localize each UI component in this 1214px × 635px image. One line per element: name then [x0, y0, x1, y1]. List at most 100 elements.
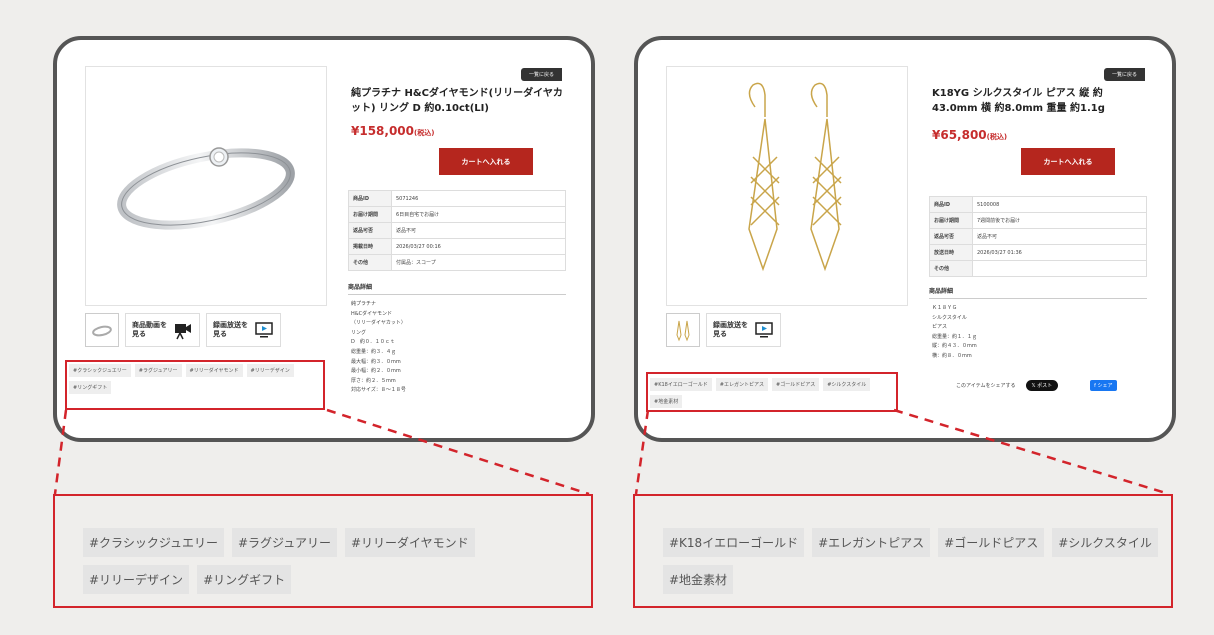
zoomed-hashtag-list: #K18イエローゴールド #エレガントピアス #ゴールドピアス #シルクスタイル…	[635, 496, 1163, 594]
detail-line: 最小幅：約２．０mm	[351, 368, 401, 375]
recorded-broadcast-button[interactable]: 録画放送を 見る	[706, 313, 781, 347]
details-text: 純プラチナ H&Cダイヤモンド （リリーダイヤカット） リング D 約０．１０ｃ…	[351, 300, 406, 396]
recorded-broadcast-label: 録画放送を 見る	[213, 321, 248, 338]
table-row: 掲載日時 2026/03/27 00:16	[348, 238, 566, 255]
tv-play-icon	[755, 322, 773, 338]
details-heading: 商品詳細	[929, 286, 1147, 299]
info-key: 返品可否	[929, 228, 973, 245]
price-value: ¥65,800	[932, 128, 987, 142]
video-camera-icon	[175, 324, 191, 340]
hashtag[interactable]: #リリーデザイン	[83, 565, 190, 594]
detail-line: シルクスタイル	[932, 314, 967, 321]
tv-play-icon	[255, 322, 273, 338]
table-row: 放送日時 2026/03/27 01:36	[929, 244, 1147, 261]
hashtag[interactable]: #クラシックジュエリー	[83, 528, 224, 557]
add-to-cart-button[interactable]: カートへ入れる	[439, 148, 533, 175]
back-to-list-button[interactable]: 一覧に戻る	[521, 68, 563, 81]
share-row: このアイテムをシェアする 𝕏 ポスト f シェア	[956, 380, 1117, 391]
media-row: 録画放送を 見る	[666, 313, 781, 347]
product-price: ¥158,000(税込)	[351, 124, 434, 138]
info-key: 掲載日時	[348, 238, 392, 255]
table-row: 商品ID 5071246	[348, 190, 566, 207]
zoomed-hashtags-right: #K18イエローゴールド #エレガントピアス #ゴールドピアス #シルクスタイル…	[633, 494, 1173, 608]
detail-line: 最大幅：約３．０mm	[351, 358, 401, 365]
info-value: 付属品：スコープ	[391, 254, 566, 271]
hashtag[interactable]: #ラグジュアリー	[231, 528, 337, 557]
detail-line: 横：約８．０mm	[932, 352, 972, 359]
table-row: 返品可否 返品不可	[929, 228, 1147, 245]
info-value: 返品不可	[972, 228, 1147, 245]
ring-thumb-icon	[92, 325, 112, 337]
info-value: 5100008	[972, 196, 1147, 213]
table-row: その他 付属品：スコープ	[348, 254, 566, 271]
product-price: ¥65,800(税込)	[932, 128, 1007, 142]
product-title: 純プラチナ H&Cダイヤモンド(リリーダイヤカット) リング D 約0.10ct…	[351, 88, 563, 114]
info-key: お届け期間	[348, 206, 392, 223]
table-row: 商品ID 5100008	[929, 196, 1147, 213]
info-key: その他	[929, 260, 973, 277]
info-key: その他	[348, 254, 392, 271]
info-value: 2026/03/27 00:16	[391, 238, 566, 255]
detail-line: 厚さ：約２．５mm	[351, 377, 396, 384]
detail-line: リング	[351, 329, 367, 336]
info-value	[972, 260, 1147, 277]
info-key: 商品ID	[929, 196, 973, 213]
info-value: 7週間前後でお届け	[972, 212, 1147, 229]
info-key: 商品ID	[348, 190, 392, 207]
info-value: 返品不可	[391, 222, 566, 239]
recorded-broadcast-button[interactable]: 録画放送を 見る	[206, 313, 281, 347]
details-text: Ｋ１８ＹＧ シルクスタイル ピアス 総重量：約１．１ｇ 縦：約４３．０mm 横：…	[932, 304, 977, 362]
highlight-box	[65, 360, 325, 410]
detail-line: 縦：約４３．０mm	[932, 343, 977, 350]
thumbnail[interactable]	[666, 313, 700, 347]
x-post-button[interactable]: 𝕏 ポスト	[1025, 380, 1059, 391]
detail-line: ピアス	[932, 324, 948, 331]
hashtag[interactable]: #地金素材	[663, 565, 734, 594]
info-value: 2026/03/27 01:36	[972, 244, 1147, 261]
detail-line: 総重量：約１．１ｇ	[932, 333, 978, 340]
tax-note: (税込)	[414, 129, 435, 137]
product-card-left: 商品動画を 見る 録画放送を 見る #クラシックジュエリー #ラグジュアリー #…	[53, 36, 595, 442]
product-image-ring[interactable]	[85, 66, 327, 306]
highlight-box	[646, 372, 898, 412]
info-key: 返品可否	[348, 222, 392, 239]
tax-note: (税込)	[986, 133, 1008, 141]
price-value: ¥158,000	[351, 124, 415, 138]
detail-line: 総重量：約３．４ｇ	[351, 348, 397, 355]
table-row: 返品可否 返品不可	[348, 222, 566, 239]
detail-line: H&Cダイヤモンド	[351, 310, 393, 317]
back-to-list-button[interactable]: 一覧に戻る	[1104, 68, 1146, 81]
add-to-cart-button[interactable]: カートへ入れる	[1021, 148, 1115, 175]
product-title: K18YG シルクスタイル ピアス 縦 約43.0mm 横 約8.0mm 重量 …	[932, 88, 1105, 114]
product-image-earrings[interactable]	[666, 66, 908, 306]
product-info-table: 商品ID 5100008 お届け期間 7週間前後でお届け 返品可否 返品不可 放送日時…	[929, 196, 1147, 277]
thumbnail[interactable]	[85, 313, 119, 347]
media-row: 商品動画を 見る 録画放送を 見る	[85, 313, 281, 347]
recorded-broadcast-label: 録画放送を 見る	[713, 321, 748, 338]
product-video-button[interactable]: 商品動画を 見る	[125, 313, 200, 347]
earring-photo-icon	[748, 82, 842, 272]
info-value: 6日目自宅でお届け	[391, 206, 566, 223]
zoomed-hashtag-list: #クラシックジュエリー #ラグジュアリー #リリーダイヤモンド #リリーデザイン…	[55, 496, 583, 594]
facebook-share-label: シェア	[1097, 383, 1113, 389]
info-key: お届け期間	[929, 212, 973, 229]
detail-line: Ｋ１８ＹＧ	[932, 305, 958, 311]
earring-thumb-icon	[676, 320, 690, 342]
table-row: お届け期間 6日目自宅でお届け	[348, 206, 566, 223]
hashtag[interactable]: #シルクスタイル	[1052, 528, 1158, 557]
details-heading: 商品詳細	[348, 282, 566, 295]
x-post-label: ポスト	[1037, 383, 1053, 389]
info-value: 5071246	[391, 190, 566, 207]
table-row: その他	[929, 260, 1147, 277]
product-video-label: 商品動画を 見る	[132, 321, 167, 338]
hashtag[interactable]: #リングギフト	[197, 565, 292, 594]
hashtag[interactable]: #リリーダイヤモンド	[344, 528, 475, 557]
ring-photo-icon	[117, 147, 295, 230]
hashtag[interactable]: #エレガントピアス	[812, 528, 931, 557]
product-card-right: 録画放送を 見る #K18イエローゴールド #エレガントピアス #ゴールドピアス…	[634, 36, 1176, 442]
zoomed-hashtags-left: #クラシックジュエリー #ラグジュアリー #リリーダイヤモンド #リリーデザイン…	[53, 494, 593, 608]
hashtag[interactable]: #ゴールドピアス	[938, 528, 1045, 557]
facebook-share-button[interactable]: f シェア	[1090, 380, 1117, 391]
hashtag[interactable]: #K18イエローゴールド	[663, 528, 805, 557]
share-label: このアイテムをシェアする	[956, 383, 1016, 389]
